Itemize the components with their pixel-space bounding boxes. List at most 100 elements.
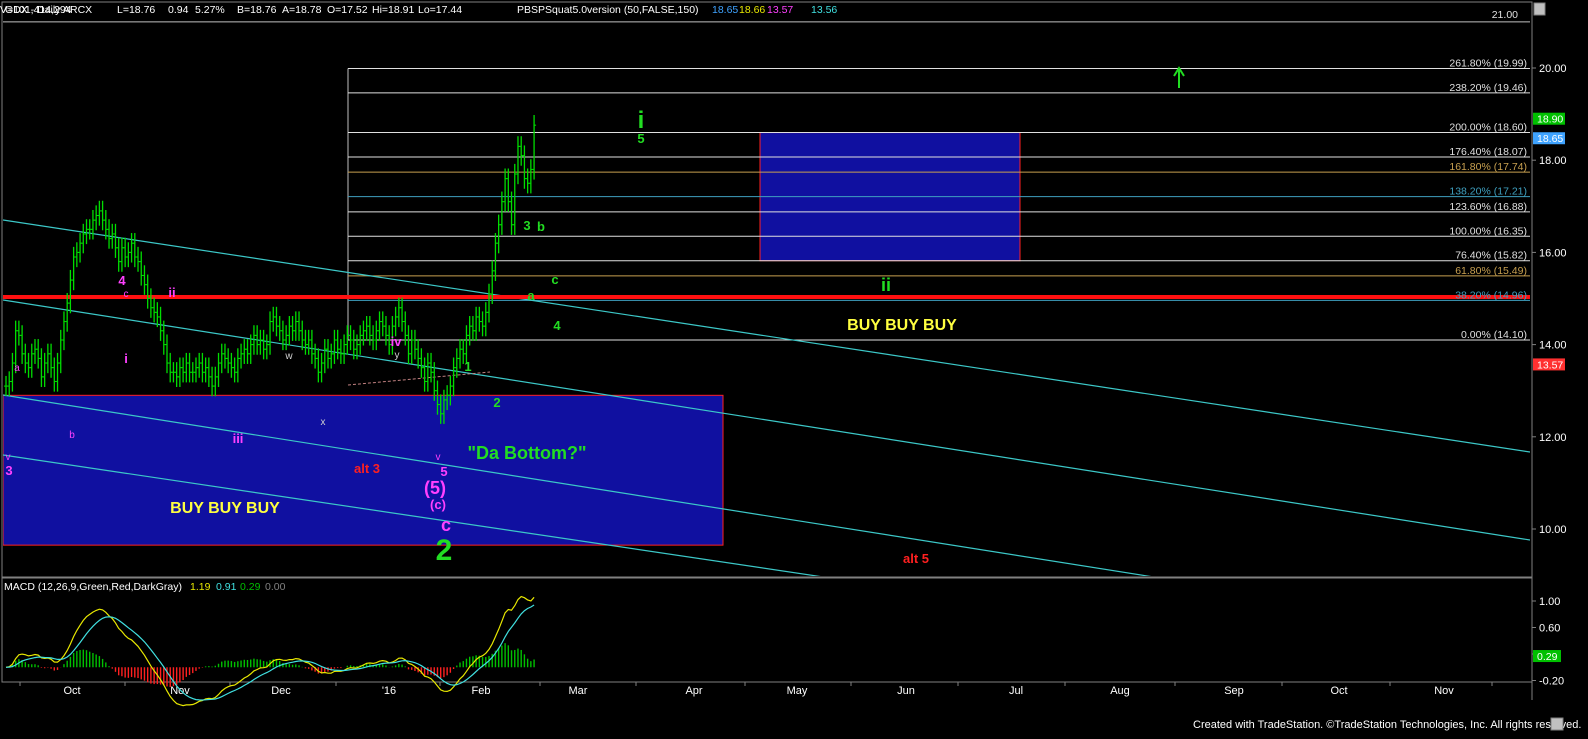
wave-label: ii bbox=[881, 275, 891, 295]
fib-label: 0.00% (14.10) bbox=[1461, 329, 1527, 341]
macd-name: MACD (12,26,9,Green,Red,DarkGray) bbox=[4, 581, 182, 593]
header-stat: V=101,414,294 bbox=[0, 4, 72, 16]
y-tick-label: 16.00 bbox=[1539, 247, 1567, 259]
wave-label: 4 bbox=[118, 273, 126, 288]
indicator-value: 13.57 bbox=[767, 4, 793, 16]
price-tags: 18.90 18.65 13.57 bbox=[1533, 112, 1565, 371]
macd-legend: MACD (12,26,9,Green,Red,DarkGray) 1.19 0.… bbox=[4, 581, 286, 593]
wave-label: y bbox=[395, 350, 400, 361]
wave-label: v bbox=[6, 452, 11, 463]
x-tick-label: Mar bbox=[569, 685, 588, 697]
y-tick-label: 10.00 bbox=[1539, 524, 1567, 536]
time-axis: Oct Nov Dec '16 Feb Mar Apr May Jun Jul Aug Sep Oct N… bbox=[19, 682, 1493, 697]
resize-grip[interactable] bbox=[1550, 717, 1564, 731]
level-label: 21.00 bbox=[1492, 9, 1518, 21]
scroll-button[interactable] bbox=[1533, 2, 1546, 16]
wave-label: alt 3 bbox=[354, 461, 380, 476]
wave-label: i bbox=[638, 107, 645, 134]
y-tick-label: 14.00 bbox=[1539, 340, 1567, 352]
indicator-value: 13.56 bbox=[811, 4, 837, 16]
x-tick-label: Jun bbox=[897, 685, 915, 697]
wave-label: 5 bbox=[440, 464, 447, 479]
wave-label: 3 bbox=[5, 463, 12, 478]
up-arrow bbox=[1173, 66, 1185, 88]
y-tick-label: 12.00 bbox=[1539, 432, 1567, 444]
header-stat: O=17.52 bbox=[327, 4, 368, 16]
fib-label: 200.00% (18.60) bbox=[1449, 122, 1527, 134]
wave-label: x bbox=[321, 417, 326, 428]
header-stat: A=18.78 bbox=[282, 4, 322, 16]
wave-label: a bbox=[527, 288, 535, 303]
wave-label: w bbox=[284, 351, 293, 362]
fib-label: 161.80% (17.74) bbox=[1449, 161, 1527, 173]
x-tick-label: Oct bbox=[1330, 685, 1347, 697]
indicator-value: 18.66 bbox=[739, 4, 765, 16]
gdx-chart: GDX - Daily ARCX L=18.76 0.94 5.27% B=18.76… bbox=[0, 1, 1581, 731]
price-tag-text: 13.57 bbox=[1537, 359, 1563, 371]
y-tick-label: 20.00 bbox=[1539, 63, 1567, 75]
footer-credit: Created with TradeStation. ©TradeStation… bbox=[1193, 719, 1581, 731]
header-stats: L=18.76 0.94 5.27% B=18.76 A=18.78 O=17.52 Hi=… bbox=[0, 4, 462, 16]
fib-label: 238.20% (19.46) bbox=[1449, 82, 1527, 94]
macd-value: 0.91 bbox=[216, 581, 237, 593]
wave-label: c bbox=[551, 272, 558, 287]
fib-label: 76.40% (15.82) bbox=[1455, 250, 1527, 262]
macd-value: 1.19 bbox=[190, 581, 211, 593]
macd-y-tick-label: 1.00 bbox=[1539, 596, 1560, 608]
fib-label: 61.80% (15.49) bbox=[1455, 265, 1527, 277]
fib-label: 100.00% (16.35) bbox=[1449, 225, 1527, 237]
wave-label: v bbox=[436, 452, 441, 463]
wave-label: a bbox=[14, 363, 20, 374]
macd-y-tick-label: -0.20 bbox=[1539, 676, 1564, 688]
header-stat: Lo=17.44 bbox=[418, 4, 462, 16]
fib-label: 261.80% (19.99) bbox=[1449, 57, 1527, 69]
macd-values: 1.19 0.91 0.29 0.00 bbox=[190, 581, 286, 593]
y-tick-label: 18.00 bbox=[1539, 155, 1567, 167]
header-indicator: PBSPSquat5.0version (50,FALSE,150) bbox=[517, 4, 699, 16]
x-tick-label: Oct bbox=[63, 685, 80, 697]
wave-label: c bbox=[441, 515, 451, 535]
x-tick-label: Jul bbox=[1009, 685, 1023, 697]
wave-label: alt 5 bbox=[903, 551, 929, 566]
macd-line bbox=[5, 595, 535, 707]
macd-pane bbox=[5, 595, 535, 707]
x-tick-label: Sep bbox=[1224, 685, 1244, 697]
fib-label: 38.20% (14.96) bbox=[1455, 289, 1527, 301]
fib-label: 123.60% (16.88) bbox=[1449, 201, 1527, 213]
wave-label: 1 bbox=[464, 359, 471, 374]
x-tick-label: Feb bbox=[472, 685, 491, 697]
wave-label: 3 bbox=[523, 218, 530, 233]
macd-tag-text: 0.29 bbox=[1537, 651, 1558, 663]
macd-value: 0.00 bbox=[265, 581, 286, 593]
x-tick-label: Aug bbox=[1110, 685, 1130, 697]
header-stat: Hi=18.91 bbox=[372, 4, 414, 16]
x-tick-label: Nov bbox=[1434, 685, 1454, 697]
macd-y-tick-label: 0.60 bbox=[1539, 623, 1560, 635]
horizontal-level-labels: 23.2921.00 bbox=[1492, 9, 1518, 21]
wave-label: (5) bbox=[424, 478, 446, 498]
x-tick-label: May bbox=[787, 685, 808, 697]
fib-label: 176.40% (18.07) bbox=[1449, 146, 1527, 158]
wave-label: 4 bbox=[553, 318, 561, 333]
price-tag-text: 18.90 bbox=[1537, 114, 1563, 126]
wave-label: b bbox=[69, 430, 75, 441]
header-stat: 5.27% bbox=[195, 4, 225, 16]
macd-value: 0.29 bbox=[240, 581, 261, 593]
buy-zone-label: BUY BUY BUY bbox=[847, 317, 957, 334]
indicator-value: 18.65 bbox=[712, 4, 738, 16]
price-axis: 10.0012.0014.0016.0018.0020.0022.0024.00 bbox=[1532, 63, 1567, 536]
header-stat: B=18.76 bbox=[237, 4, 277, 16]
wave-label: iv bbox=[391, 334, 403, 349]
wave-label: 5 bbox=[637, 131, 644, 146]
header-stat: L=18.76 bbox=[117, 4, 155, 16]
header-stat: 0.94 bbox=[168, 4, 189, 16]
macd-axis: 1.000.600.20-0.200.29 bbox=[1532, 596, 1564, 688]
wave-label: 2 bbox=[493, 395, 500, 410]
price-tag-text: 18.65 bbox=[1537, 133, 1563, 145]
x-tick-label: '16 bbox=[382, 685, 396, 697]
fib-label: 138.20% (17.21) bbox=[1449, 186, 1527, 198]
x-tick-label: Dec bbox=[271, 685, 291, 697]
wave-label: b bbox=[537, 219, 545, 234]
buy-zone-label: BUY BUY BUY bbox=[170, 500, 280, 517]
wave-label: "Da Bottom?" bbox=[467, 443, 586, 463]
